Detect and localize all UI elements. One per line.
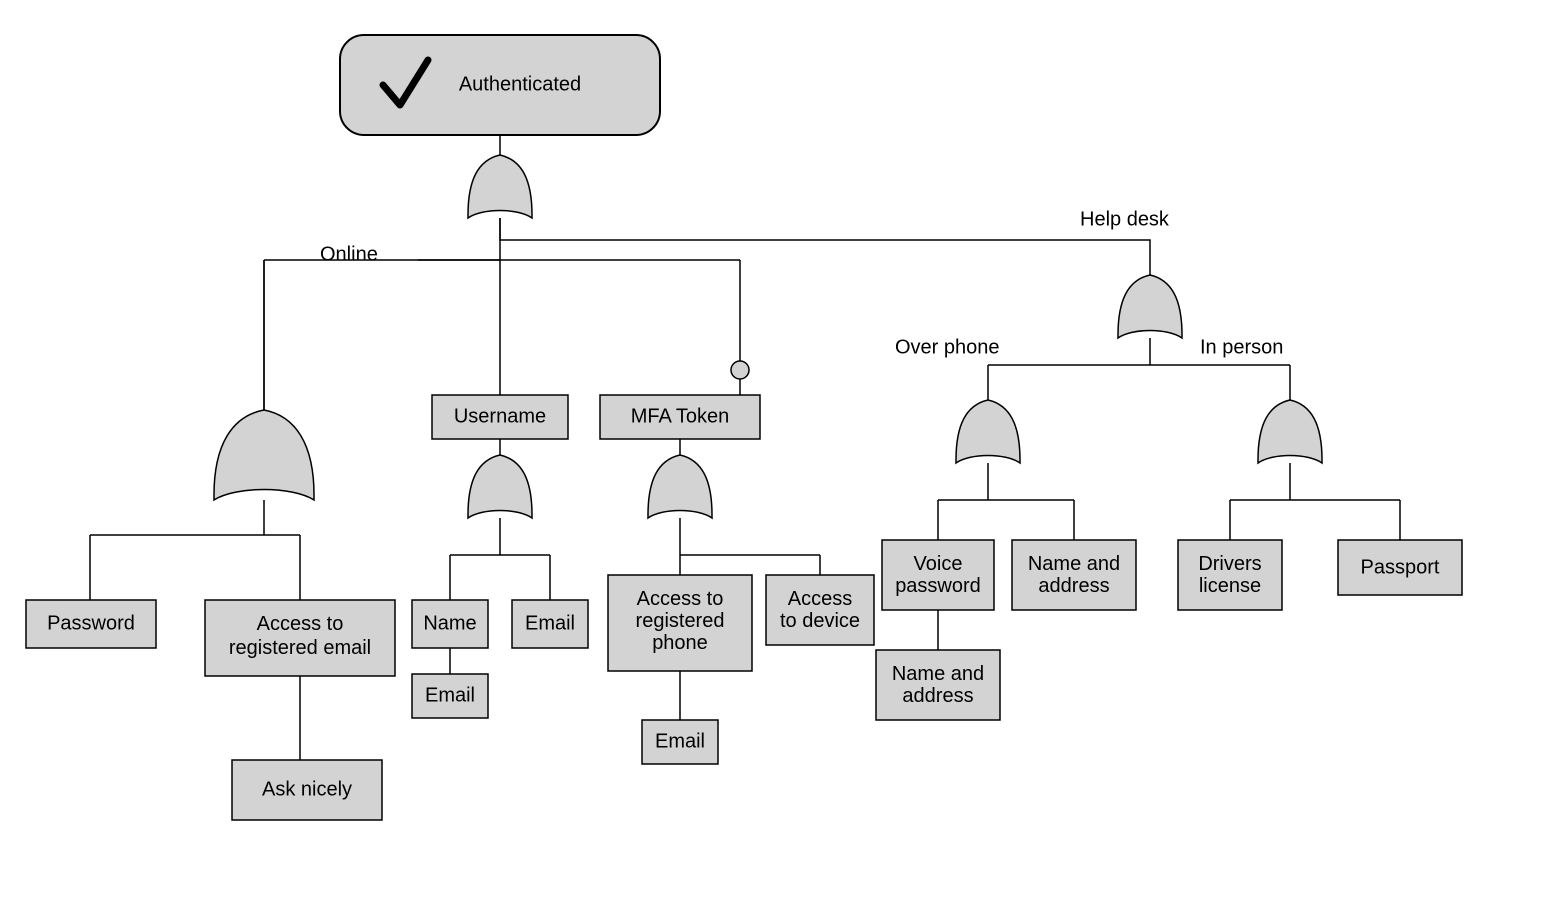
in-person-or-gate <box>1258 400 1322 463</box>
node-name-address-1: Name andaddress <box>1012 540 1136 610</box>
optional-indicator-icon <box>731 361 749 379</box>
node-password: Password <box>26 600 156 648</box>
svg-text:Password: Password <box>47 612 135 634</box>
svg-text:Email: Email <box>655 730 705 752</box>
svg-text:Accessto device: Accessto device <box>780 588 860 632</box>
node-username: Username <box>432 395 568 439</box>
svg-text:Passport: Passport <box>1361 556 1440 578</box>
root-label: Authenticated <box>459 73 581 95</box>
node-name: Name <box>412 600 488 648</box>
root-node: Authenticated <box>340 35 660 135</box>
helpdesk-or-gate <box>1118 275 1182 338</box>
node-name-address-2: Name andaddress <box>876 650 1000 720</box>
node-access-email: Access toregistered email <box>205 600 395 676</box>
svg-text:Driverslicense: Driverslicense <box>1198 553 1261 597</box>
node-mfa-token: MFA Token <box>600 395 760 439</box>
online-credentials-or-gate <box>214 410 314 500</box>
edge-label-helpdesk: Help desk <box>1080 208 1170 230</box>
svg-text:MFA Token: MFA Token <box>631 405 730 427</box>
svg-text:Name andaddress: Name andaddress <box>892 663 984 707</box>
svg-text:Username: Username <box>454 405 546 427</box>
username-or-gate <box>468 455 532 518</box>
node-access-phone: Access toregisteredphone <box>608 575 752 671</box>
node-email-1: Email <box>512 600 588 648</box>
root-or-gate <box>468 135 532 218</box>
node-email-2: Email <box>412 674 488 718</box>
over-phone-or-gate <box>956 400 1020 463</box>
node-drivers-license: Driverslicense <box>1178 540 1282 610</box>
mfa-or-gate <box>648 455 712 518</box>
svg-text:Ask nicely: Ask nicely <box>262 778 352 800</box>
svg-text:Name: Name <box>423 612 476 634</box>
attack-tree-diagram: Authenticated Online Help desk Password … <box>0 0 1568 906</box>
edge-label-over-phone: Over phone <box>895 336 1000 358</box>
svg-text:Name andaddress: Name andaddress <box>1028 553 1120 597</box>
edge-label-in-person: In person <box>1200 336 1283 358</box>
node-ask-nicely: Ask nicely <box>232 760 382 820</box>
svg-text:Email: Email <box>425 684 475 706</box>
edge-label-online: Online <box>320 243 378 265</box>
svg-text:Email: Email <box>525 612 575 634</box>
node-access-device: Accessto device <box>766 575 874 645</box>
node-voice-password: Voicepassword <box>882 540 994 610</box>
node-email-3: Email <box>642 720 718 764</box>
node-passport: Passport <box>1338 540 1462 595</box>
